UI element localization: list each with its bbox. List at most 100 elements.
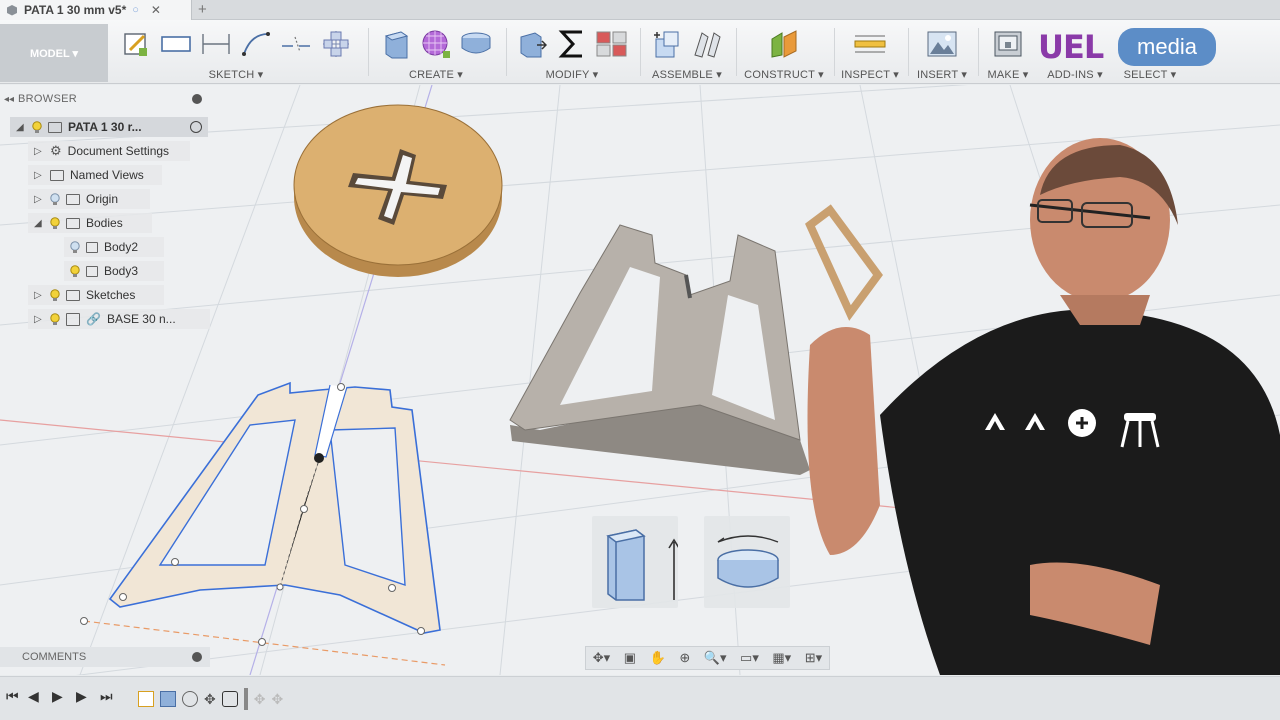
offset-pattern-icon[interactable]	[320, 28, 352, 60]
extrude-feature-tile[interactable]	[592, 516, 680, 608]
document-tab[interactable]: PATA 1 30 mm v5* ○ ✕	[0, 0, 192, 20]
tree-label: BASE 30 n...	[106, 312, 176, 326]
folder-icon	[66, 289, 80, 301]
triangle-down-icon[interactable]: ◢	[34, 218, 44, 229]
press-pull-icon[interactable]	[516, 28, 548, 60]
sum-icon[interactable]	[556, 28, 588, 60]
leg-sketch-profile[interactable]	[80, 381, 441, 646]
modify-menu[interactable]: MODIFY ▾	[510, 68, 634, 81]
triangle-down-icon[interactable]: ◢	[16, 122, 26, 133]
timeline-features[interactable]: ✥ ✥ ✥	[138, 685, 328, 713]
pan-hand-icon[interactable]: ✋	[650, 650, 666, 666]
sketch-feature-icon[interactable]	[138, 691, 154, 707]
orbit-icon[interactable]: ✥▾	[593, 650, 610, 666]
inspect-menu[interactable]: INSPECT ▾	[838, 68, 902, 81]
look-at-icon[interactable]: ▣	[624, 650, 636, 666]
tree-item-base-component[interactable]: ▷ 🔗 BASE 30 n...	[28, 309, 210, 329]
browser-header[interactable]: ◂◂ BROWSER	[0, 90, 210, 108]
extrude-icon[interactable]	[380, 28, 412, 60]
dimension-icon[interactable]	[200, 28, 232, 60]
folder-icon	[66, 193, 80, 205]
comments-panel[interactable]: COMMENTS	[0, 647, 210, 667]
document-tab-bar: PATA 1 30 mm v5* ○ ✕ +	[0, 0, 1280, 20]
triangle-right-icon[interactable]: ▷	[34, 194, 44, 205]
insert-image-icon[interactable]	[926, 28, 958, 60]
workspace-mode-button[interactable]: MODEL ▾	[0, 24, 108, 82]
joint-icon[interactable]	[691, 28, 723, 60]
folder-icon	[66, 217, 80, 229]
joint-feature-icon[interactable]	[182, 691, 198, 707]
lightbulb-icon[interactable]	[50, 312, 60, 326]
tree-item-named-views[interactable]: ▷ Named Views	[28, 165, 162, 185]
timeline-marker-icon[interactable]	[243, 688, 248, 710]
wood-disc-body[interactable]	[293, 104, 503, 277]
construct-menu[interactable]: CONSTRUCT ▾	[740, 68, 828, 81]
zoom-icon[interactable]: 🔍▾	[704, 650, 727, 666]
go-to-end-icon[interactable]: ⏭	[100, 688, 113, 705]
new-tab-button[interactable]: +	[198, 1, 207, 18]
tree-item-document-settings[interactable]: ▷ ⚙ Document Settings	[28, 141, 190, 161]
select-menu[interactable]: SELECT ▾	[1116, 68, 1184, 81]
step-back-icon[interactable]: ◀	[28, 688, 39, 705]
go-to-start-icon[interactable]: ⏮	[6, 688, 19, 705]
close-tab-button[interactable]: ✕	[151, 3, 161, 17]
tree-item-sketches[interactable]: ▷ Sketches	[28, 285, 164, 305]
toolbar-separator	[834, 28, 835, 76]
gear-icon: ⚙	[50, 143, 62, 158]
make-menu[interactable]: MAKE ▾	[982, 68, 1034, 81]
measure-icon[interactable]	[854, 28, 886, 60]
make-group: MAKE ▾	[982, 20, 1034, 84]
lightbulb-off-icon[interactable]	[50, 192, 60, 206]
uel-logo: UEL	[1038, 28, 1104, 66]
extrude-feature-icon[interactable]	[160, 691, 176, 707]
arc-icon[interactable]	[240, 28, 272, 60]
extrude-large-icon	[606, 529, 680, 601]
insert-menu[interactable]: INSERT ▾	[912, 68, 972, 81]
move-feature-icon[interactable]: ✥	[204, 691, 216, 708]
triangle-right-icon[interactable]: ▷	[34, 314, 44, 325]
lightbulb-icon[interactable]	[70, 264, 80, 278]
play-icon[interactable]: ▶	[52, 688, 63, 705]
sketch-group: SKETCH ▾	[112, 20, 360, 84]
new-component-icon[interactable]	[651, 28, 683, 60]
3d-print-icon[interactable]	[992, 28, 1024, 60]
revolve-feature-tile[interactable]	[704, 516, 790, 608]
chevron-left-icon[interactable]: ◂◂	[4, 94, 14, 105]
display-settings-icon[interactable]: ▭▾	[740, 650, 759, 666]
tree-item-origin[interactable]: ▷ Origin	[28, 189, 150, 209]
target-icon[interactable]	[190, 121, 202, 133]
leg-body-3d[interactable]	[509, 224, 810, 475]
tree-item-bodies[interactable]: ◢ Bodies	[28, 213, 152, 233]
create-menu[interactable]: CREATE ▾	[372, 68, 500, 81]
triangle-right-icon[interactable]: ▷	[34, 146, 44, 157]
lightbulb-icon[interactable]	[32, 120, 42, 134]
assemble-group: ASSEMBLE ▾	[644, 20, 730, 84]
assemble-menu[interactable]: ASSEMBLE ▾	[644, 68, 730, 81]
trim-icon[interactable]	[280, 28, 312, 60]
comments-collapse-button[interactable]	[192, 652, 202, 662]
form-sphere-icon[interactable]	[420, 28, 452, 60]
triangle-right-icon[interactable]: ▷	[34, 170, 44, 181]
revolve-icon[interactable]	[460, 28, 492, 60]
lightbulb-icon[interactable]	[50, 288, 60, 302]
browser-collapse-button[interactable]	[192, 94, 202, 104]
create-sketch-icon[interactable]	[120, 28, 152, 60]
triangle-right-icon[interactable]: ▷	[34, 290, 44, 301]
sketch-menu[interactable]: SKETCH ▾	[112, 68, 360, 81]
tree-item-root[interactable]: ◢ PATA 1 30 r...	[10, 117, 208, 137]
body-icon	[86, 265, 98, 277]
zoom-window-icon[interactable]: ⊕	[679, 650, 690, 666]
offset-plane-icon[interactable]	[768, 28, 800, 60]
step-forward-icon[interactable]: ▶	[76, 688, 87, 705]
appearance-icon[interactable]	[596, 28, 628, 60]
viewports-icon[interactable]: ⊞▾	[805, 650, 822, 666]
grid-settings-icon[interactable]: ▦▾	[772, 650, 791, 666]
tree-item-body2[interactable]: Body2	[64, 237, 164, 257]
inspect-group: INSPECT ▾	[838, 20, 902, 84]
lightbulb-icon[interactable]	[50, 216, 60, 230]
link-feature-icon[interactable]	[221, 691, 238, 707]
rectangle-icon[interactable]	[160, 28, 192, 60]
addins-menu[interactable]: ADD-INS ▾	[1040, 68, 1110, 81]
lightbulb-off-icon[interactable]	[70, 240, 80, 254]
tree-item-body3[interactable]: Body3	[64, 261, 164, 281]
